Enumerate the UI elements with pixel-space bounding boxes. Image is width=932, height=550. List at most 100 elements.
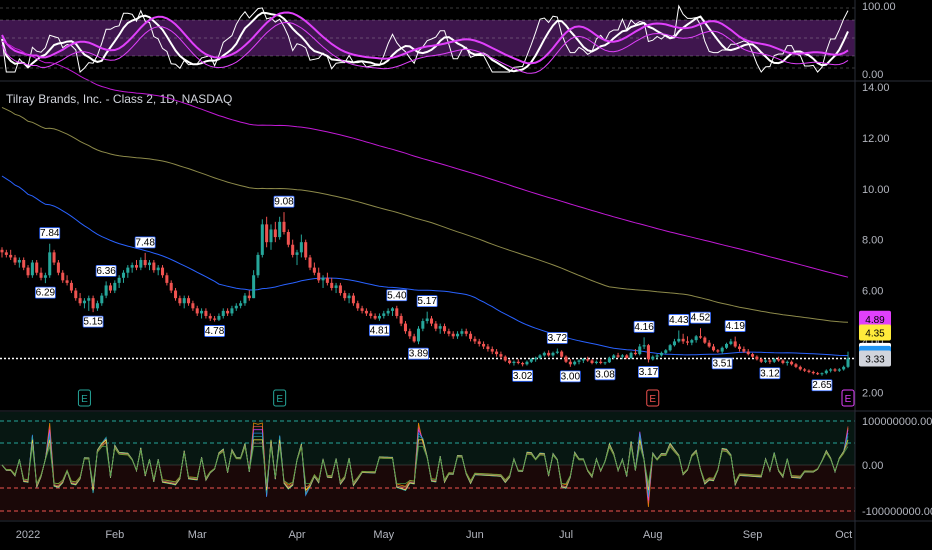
candle-body <box>412 336 416 342</box>
ma-50-line <box>1 175 849 357</box>
candle-body <box>803 369 807 371</box>
candle-body <box>772 359 776 362</box>
earnings-marker-label: E <box>649 394 656 405</box>
candle-body <box>607 357 611 363</box>
price-axis-tick: 8.00 <box>862 235 883 247</box>
candle-body <box>833 369 837 371</box>
candle-body <box>74 290 78 299</box>
candle-body <box>594 361 598 364</box>
time-axis-label: Sep <box>743 529 763 541</box>
candle-body <box>668 345 672 351</box>
pivot-label: 4.81 <box>370 325 390 336</box>
candle-body <box>13 257 17 263</box>
candle-body <box>707 342 711 347</box>
candle-body <box>56 262 60 273</box>
candle-body <box>620 355 624 357</box>
candle-body <box>490 349 494 352</box>
candle-body <box>820 373 824 375</box>
pivot-label: 3.17 <box>639 367 659 378</box>
pivot-label: 5.40 <box>387 290 407 301</box>
candle-body <box>82 300 86 304</box>
pivot-label: 3.02 <box>513 371 533 382</box>
candle-body <box>343 293 347 299</box>
candle-body <box>633 352 637 355</box>
candle-body <box>629 352 633 358</box>
candle-body <box>52 252 56 263</box>
candle-body <box>538 355 542 358</box>
candle-body <box>790 361 794 365</box>
candle-body <box>547 352 551 356</box>
price-tag-label: 4.35 <box>865 328 885 339</box>
candle-body <box>503 356 507 361</box>
candle-body <box>286 232 290 245</box>
candle-body <box>369 313 373 316</box>
candle-body <box>447 331 451 334</box>
price-tag-label: 4.89 <box>865 315 885 326</box>
candle-body <box>720 347 724 352</box>
candle-body <box>473 338 477 342</box>
candle-body <box>382 313 386 316</box>
candle-body <box>48 252 52 276</box>
candle-body <box>573 361 577 365</box>
candle-body <box>178 298 182 304</box>
time-axis-label: Mar <box>188 529 207 541</box>
candle-body <box>26 267 30 276</box>
candle-body <box>295 252 299 255</box>
candle-body <box>508 360 512 364</box>
candle-body <box>308 257 312 268</box>
earnings-marker-label: E <box>845 394 852 405</box>
candle-body <box>785 361 789 364</box>
candle-body <box>664 350 668 353</box>
candle-body <box>39 272 43 278</box>
candle-body <box>443 326 447 332</box>
pivot-label: 7.48 <box>135 237 155 248</box>
candle-body <box>364 310 368 314</box>
candle-body <box>751 354 755 357</box>
candle-body <box>269 229 273 243</box>
candle-body <box>482 343 486 347</box>
time-axis-label: 2022 <box>16 529 40 541</box>
candle-body <box>672 341 676 346</box>
candle-body <box>425 318 429 322</box>
candle-body <box>568 361 572 365</box>
candle-body <box>208 315 212 319</box>
candle-body <box>421 321 425 329</box>
pivot-label: 3.08 <box>595 369 615 380</box>
candle-body <box>230 308 234 314</box>
candle-body <box>282 221 286 233</box>
candle-body <box>221 310 225 316</box>
candle-body <box>733 341 737 347</box>
candle-body <box>356 303 360 309</box>
chart-canvas[interactable]: 7.84 6.29 6.36 5.15 7.48 4.78 9.08 5.40 4.81 5.17… <box>0 0 932 550</box>
candle-body <box>677 338 681 342</box>
candle-body <box>0 249 4 253</box>
candle-body <box>4 252 8 255</box>
candle-body <box>291 244 295 255</box>
volume-osc-axis-tick: -100000000.00 <box>862 506 932 518</box>
candle-body <box>403 323 407 332</box>
candle-body <box>516 361 520 364</box>
candle-body <box>113 282 117 291</box>
candle-body <box>659 352 663 356</box>
candle-body <box>616 355 620 357</box>
candle-body <box>798 366 802 370</box>
candle-body <box>195 308 199 314</box>
candle-body <box>226 310 230 314</box>
candle-body <box>126 267 130 273</box>
candle-body <box>65 280 69 283</box>
candle-body <box>260 224 264 255</box>
candle-body <box>143 259 147 266</box>
candle-body <box>304 242 308 258</box>
candle-body <box>625 355 629 358</box>
pivot-label: 4.78 <box>205 326 225 337</box>
candle-body <box>69 282 73 291</box>
candle-body <box>495 351 499 355</box>
candle-body <box>360 308 364 311</box>
candle-body <box>456 333 460 337</box>
time-axis-label: Feb <box>105 529 124 541</box>
candle-body <box>590 360 594 364</box>
candle-body <box>108 285 112 291</box>
candle-body <box>499 354 503 357</box>
candle-body <box>191 303 195 309</box>
pivot-label: 3.72 <box>548 333 568 344</box>
